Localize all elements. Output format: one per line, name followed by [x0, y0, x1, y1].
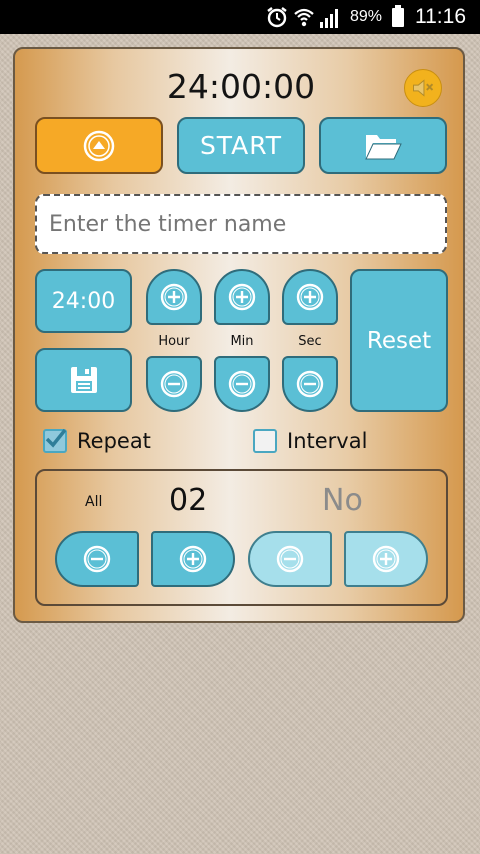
repeat-label: Repeat [77, 429, 151, 453]
min-minus-button[interactable] [214, 356, 270, 412]
signal-icon [320, 9, 338, 28]
alarm-icon [267, 7, 287, 28]
battery-icon [392, 5, 404, 27]
clock: 11:16 [415, 5, 466, 28]
sec-minus-button[interactable] [282, 356, 338, 412]
repeat-checkbox[interactable] [43, 428, 67, 453]
open-folder-button[interactable] [319, 117, 447, 174]
sec-plus-button[interactable] [282, 269, 338, 325]
plus-circle-icon [372, 545, 400, 573]
min-label: Min [230, 334, 254, 349]
plus-circle-icon [296, 283, 324, 311]
repeat-minus-button[interactable] [55, 531, 139, 587]
interval-label: Interval [287, 429, 368, 453]
interval-minus-button[interactable] [248, 531, 332, 587]
timer-panel: 24:00:00 START 24:00 [13, 47, 465, 623]
speaker-muted-icon [413, 79, 434, 97]
floppy-disk-icon [70, 367, 97, 393]
plus-circle-icon [160, 283, 188, 311]
minus-circle-icon [296, 370, 324, 398]
timer-name-input[interactable] [35, 194, 447, 254]
reset-button[interactable]: Reset [350, 269, 448, 412]
all-label: All [85, 494, 103, 510]
expand-up-button[interactable] [35, 117, 163, 174]
minus-circle-icon [276, 545, 304, 573]
status-bar: 89% 11:16 [0, 0, 480, 34]
start-button[interactable]: START [177, 117, 305, 174]
repeat-settings-box: All 02 No [35, 469, 448, 606]
repeat-count-value: 02 [169, 483, 208, 518]
plus-circle-icon [179, 545, 207, 573]
plus-circle-icon [228, 283, 256, 311]
interval-value: No [322, 483, 363, 518]
folder-open-icon [365, 134, 402, 159]
save-button[interactable] [35, 348, 132, 412]
minus-circle-icon [228, 370, 256, 398]
minus-circle-icon [160, 370, 188, 398]
timer-display: 24:00:00 [166, 67, 316, 106]
preset-time-label: 24:00 [51, 288, 116, 314]
checkmark-icon [45, 428, 67, 448]
reset-label: Reset [366, 327, 432, 354]
interval-plus-button[interactable] [344, 531, 428, 587]
mute-button[interactable] [404, 69, 442, 107]
start-label: START [199, 131, 283, 160]
minus-circle-icon [83, 545, 111, 573]
hour-label: Hour [158, 334, 190, 349]
arrow-up-circle-icon [83, 130, 115, 161]
repeat-plus-button[interactable] [151, 531, 235, 587]
hour-plus-button[interactable] [146, 269, 202, 325]
wifi-icon [294, 8, 314, 27]
preset-time-button[interactable]: 24:00 [35, 269, 132, 333]
hour-minus-button[interactable] [146, 356, 202, 412]
battery-percent: 89% [349, 8, 382, 25]
sec-label: Sec [298, 334, 322, 349]
interval-checkbox[interactable] [253, 429, 277, 453]
min-plus-button[interactable] [214, 269, 270, 325]
